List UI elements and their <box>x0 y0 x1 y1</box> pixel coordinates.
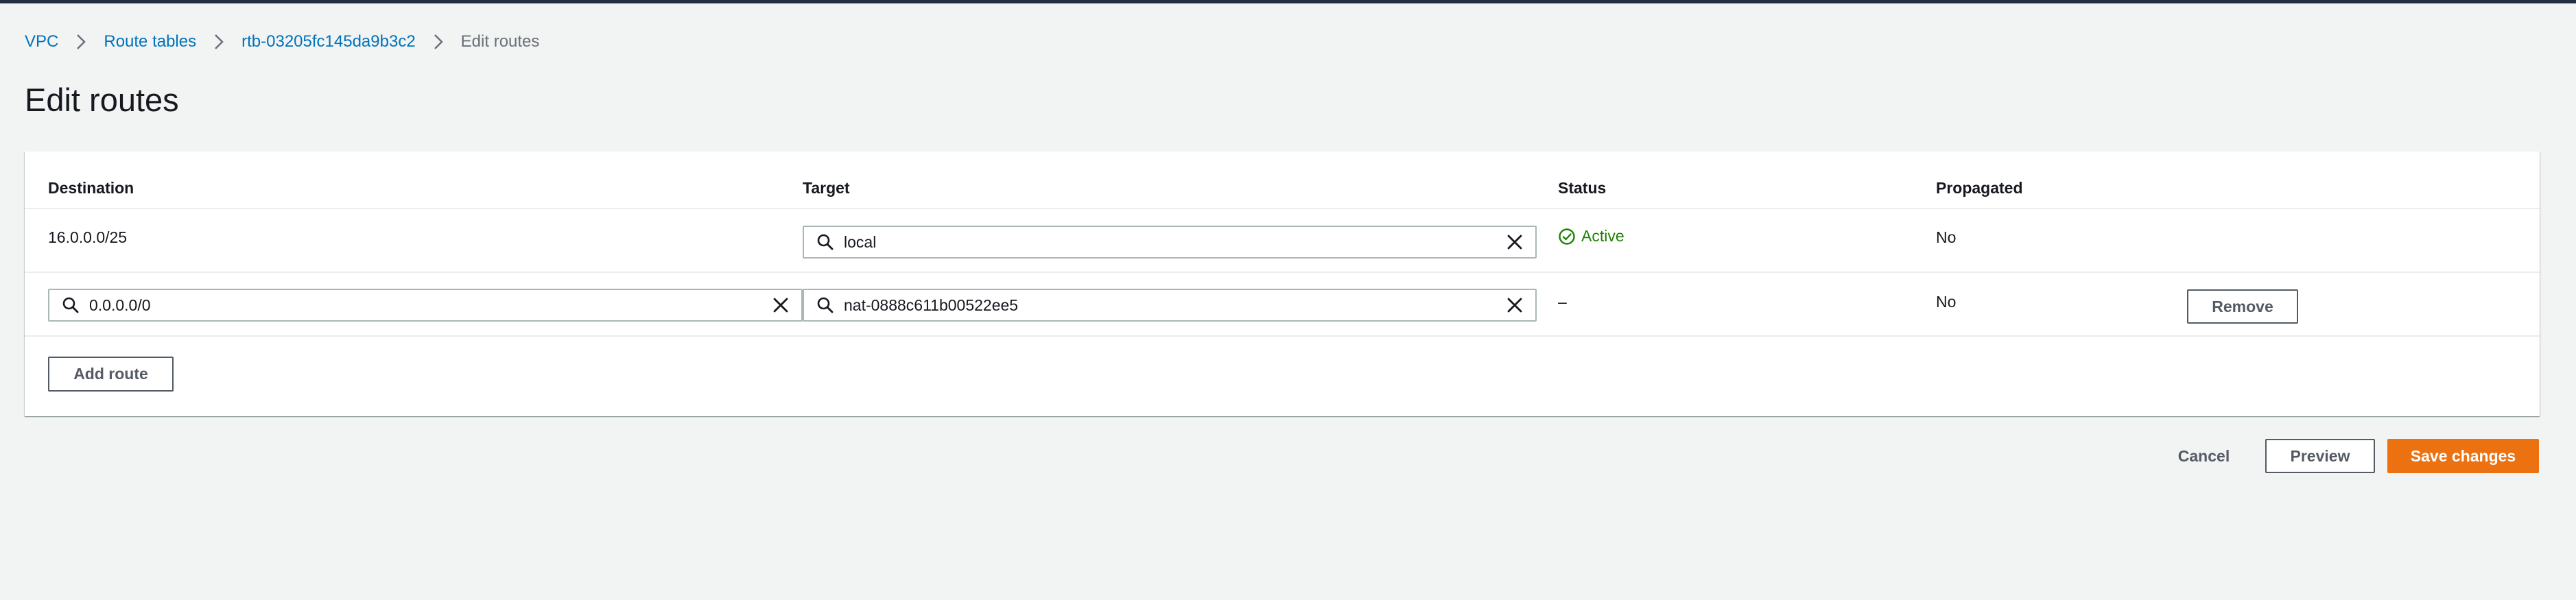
top-navigation-bar <box>0 0 2576 3</box>
remove-route-button[interactable]: Remove <box>2187 289 2298 324</box>
search-icon <box>817 297 834 313</box>
breadcrumb: VPC Route tables rtb-03205fc145da9b3c2 E… <box>25 32 539 52</box>
column-header-status: Status <box>1558 179 1607 197</box>
preview-button[interactable]: Preview <box>2265 439 2375 473</box>
destination-input[interactable]: 0.0.0.0/0 <box>48 289 803 322</box>
close-icon[interactable] <box>1505 232 1524 252</box>
table-divider <box>25 335 2540 337</box>
status-badge: Active <box>1558 227 1624 245</box>
breadcrumb-item-vpc[interactable]: VPC <box>25 32 58 51</box>
breadcrumb-current: Edit routes <box>460 32 540 51</box>
column-header-propagated: Propagated <box>1936 179 2023 197</box>
routes-table-panel: Destination Target Status Propagated 16.… <box>25 152 2540 416</box>
target-input[interactable]: nat-0888c611b00522ee5 <box>803 289 1537 322</box>
column-header-target: Target <box>803 179 850 197</box>
page-title: Edit routes <box>25 82 179 118</box>
table-divider <box>25 208 2540 209</box>
target-input-value: local <box>844 232 877 251</box>
target-input[interactable]: local <box>803 226 1537 259</box>
destination-input-value: 0.0.0.0/0 <box>89 296 151 314</box>
chevron-right-icon <box>434 34 443 49</box>
close-icon[interactable] <box>1505 296 1524 315</box>
close-icon[interactable] <box>771 296 790 315</box>
target-input-value: nat-0888c611b00522ee5 <box>844 296 1019 314</box>
search-icon <box>817 234 834 250</box>
propagated-cell: No <box>1936 293 1957 311</box>
breadcrumb-item-route-table-id[interactable]: rtb-03205fc145da9b3c2 <box>241 32 416 51</box>
table-divider <box>25 272 2540 273</box>
column-header-destination: Destination <box>48 179 134 197</box>
search-icon <box>62 297 79 313</box>
propagated-cell: No <box>1936 228 1957 246</box>
status-text: Active <box>1581 227 1624 245</box>
chevron-right-icon <box>215 34 224 49</box>
add-route-button[interactable]: Add route <box>48 357 174 392</box>
destination-cell: 16.0.0.0/25 <box>48 228 128 246</box>
save-changes-button[interactable]: Save changes <box>2387 439 2539 473</box>
chevron-right-icon <box>77 34 86 49</box>
cancel-button[interactable]: Cancel <box>2161 439 2247 473</box>
check-circle-icon <box>1559 228 1575 245</box>
breadcrumb-item-route-tables[interactable]: Route tables <box>104 32 196 51</box>
status-cell: – <box>1558 293 1567 311</box>
